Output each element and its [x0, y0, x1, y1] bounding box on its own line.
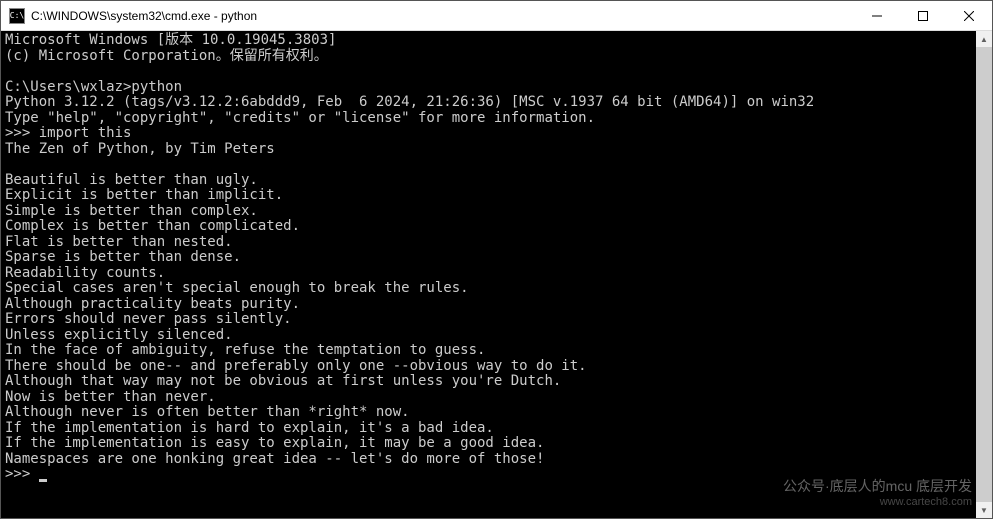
close-button[interactable]: [946, 1, 992, 30]
cmd-icon: C:\: [9, 8, 25, 24]
scroll-thumb[interactable]: [976, 47, 992, 502]
window-title: C:\WINDOWS\system32\cmd.exe - python: [31, 9, 854, 23]
maximize-button[interactable]: [900, 1, 946, 30]
scroll-down-arrow[interactable]: ▼: [976, 502, 992, 518]
cursor: [39, 479, 47, 482]
terminal[interactable]: Microsoft Windows [版本 10.0.19045.3803] (…: [1, 31, 992, 518]
scrollbar[interactable]: ▲ ▼: [976, 31, 992, 518]
titlebar: C:\ C:\WINDOWS\system32\cmd.exe - python: [1, 1, 992, 31]
minimize-button[interactable]: [854, 1, 900, 30]
terminal-output[interactable]: Microsoft Windows [版本 10.0.19045.3803] (…: [1, 31, 976, 518]
window-controls: [854, 1, 992, 30]
scroll-up-arrow[interactable]: ▲: [976, 31, 992, 47]
